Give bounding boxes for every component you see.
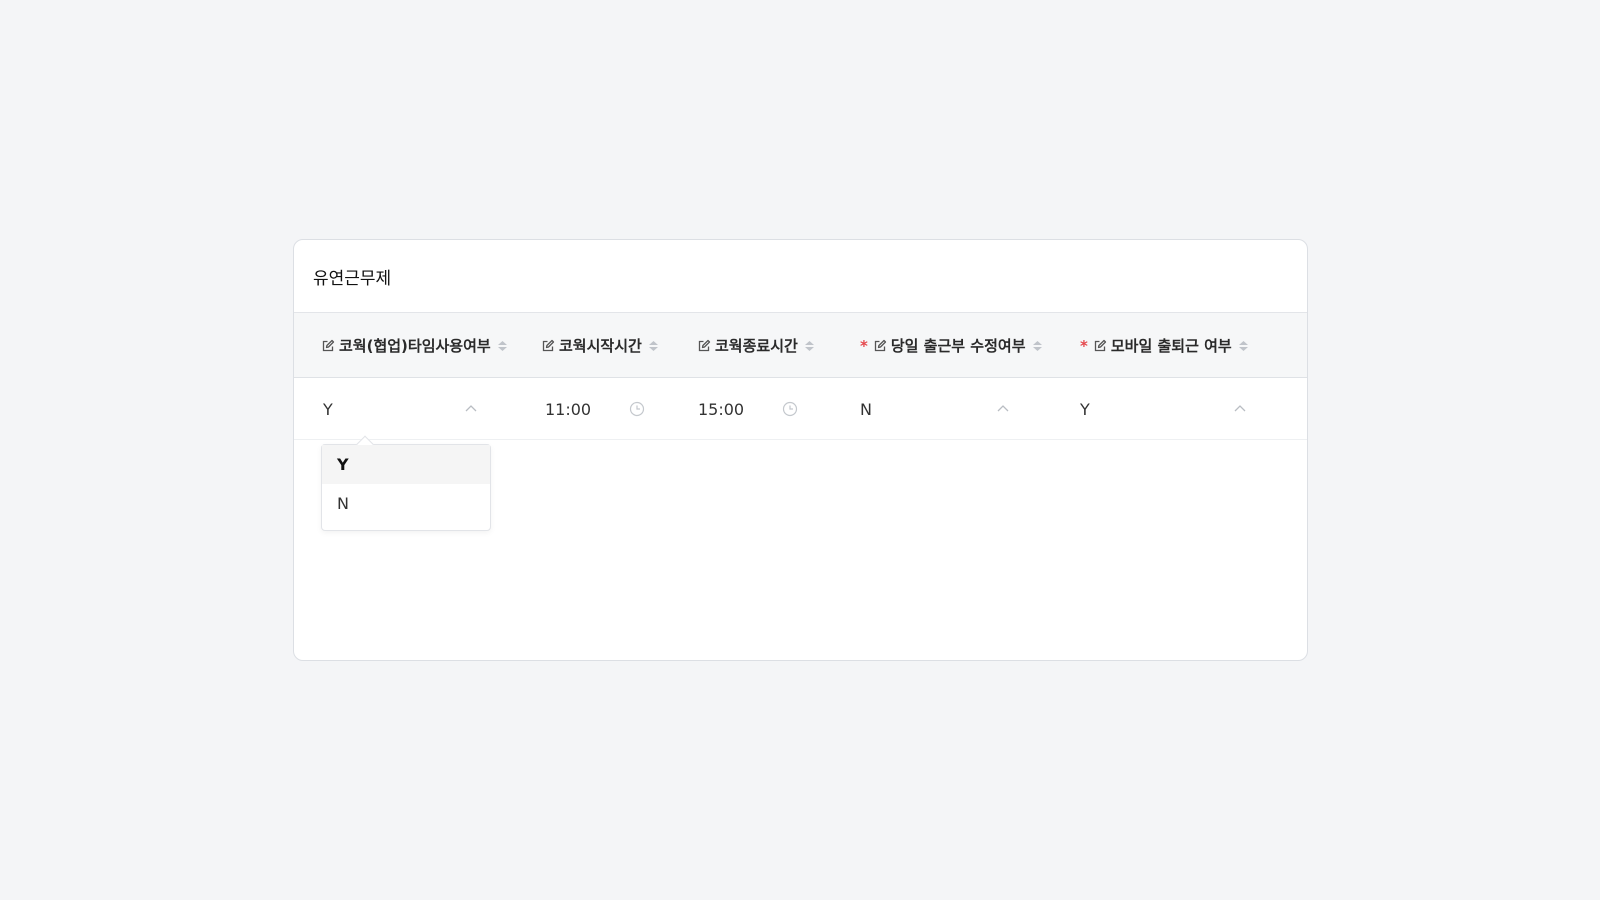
column-header-cowork-start[interactable]: 코웍시작시간 <box>541 313 659 378</box>
table-row: Y 11:00 15:00 N Y <box>294 378 1307 440</box>
same-day-edit-select[interactable]: N <box>860 378 1010 440</box>
clock-icon <box>782 401 798 417</box>
mobile-commute-select[interactable]: Y <box>1080 378 1247 440</box>
cowork-use-select[interactable]: Y <box>323 378 478 440</box>
edit-icon <box>697 339 711 353</box>
chevron-up-icon <box>1233 404 1247 414</box>
select-value: N <box>860 399 872 419</box>
column-header-cowork-use[interactable]: 코웍(협업)타임사용여부 <box>321 313 508 378</box>
cowork-start-time-picker[interactable]: 11:00 <box>545 378 645 440</box>
column-header-cowork-end[interactable]: 코웍종료시간 <box>697 313 815 378</box>
column-header-same-day-edit[interactable]: * 당일 출근부 수정여부 <box>860 313 1043 378</box>
select-value: Y <box>323 399 333 419</box>
cowork-end-time-picker[interactable]: 15:00 <box>698 378 798 440</box>
dropdown-option-n[interactable]: N <box>322 484 490 523</box>
sort-icon[interactable] <box>804 339 815 353</box>
column-label: 코웍시작시간 <box>559 337 642 355</box>
cowork-use-dropdown: Y N <box>321 435 491 531</box>
dropdown-option-y[interactable]: Y <box>322 445 490 484</box>
sort-icon[interactable] <box>497 339 508 353</box>
edit-icon <box>321 339 335 353</box>
column-label: 코웍종료시간 <box>715 337 798 355</box>
chevron-up-icon <box>996 404 1010 414</box>
sort-icon[interactable] <box>1032 339 1043 353</box>
required-mark: * <box>1080 336 1088 355</box>
chevron-up-icon <box>464 404 478 414</box>
flex-work-panel: 유연근무제 코웍(협업)타임사용여부 코웍시작시간 코웍종료시간 * 당일 출근… <box>293 239 1308 661</box>
sort-icon[interactable] <box>1238 339 1249 353</box>
column-label: 코웍(협업)타임사용여부 <box>339 337 491 355</box>
required-mark: * <box>860 336 868 355</box>
panel-title: 유연근무제 <box>294 240 1307 313</box>
column-header-mobile-commute[interactable]: * 모바일 출퇴근 여부 <box>1080 313 1249 378</box>
column-label: 모바일 출퇴근 여부 <box>1110 337 1232 355</box>
edit-icon <box>1093 339 1107 353</box>
sort-icon[interactable] <box>648 339 659 353</box>
time-value: 11:00 <box>545 399 592 419</box>
edit-icon <box>541 339 555 353</box>
edit-icon <box>873 339 887 353</box>
select-value: Y <box>1080 399 1090 419</box>
clock-icon <box>629 401 645 417</box>
time-value: 15:00 <box>698 399 745 419</box>
column-label: 당일 출근부 수정여부 <box>890 337 1026 355</box>
table-header: 코웍(협업)타임사용여부 코웍시작시간 코웍종료시간 * 당일 출근부 수정여부… <box>294 313 1307 378</box>
